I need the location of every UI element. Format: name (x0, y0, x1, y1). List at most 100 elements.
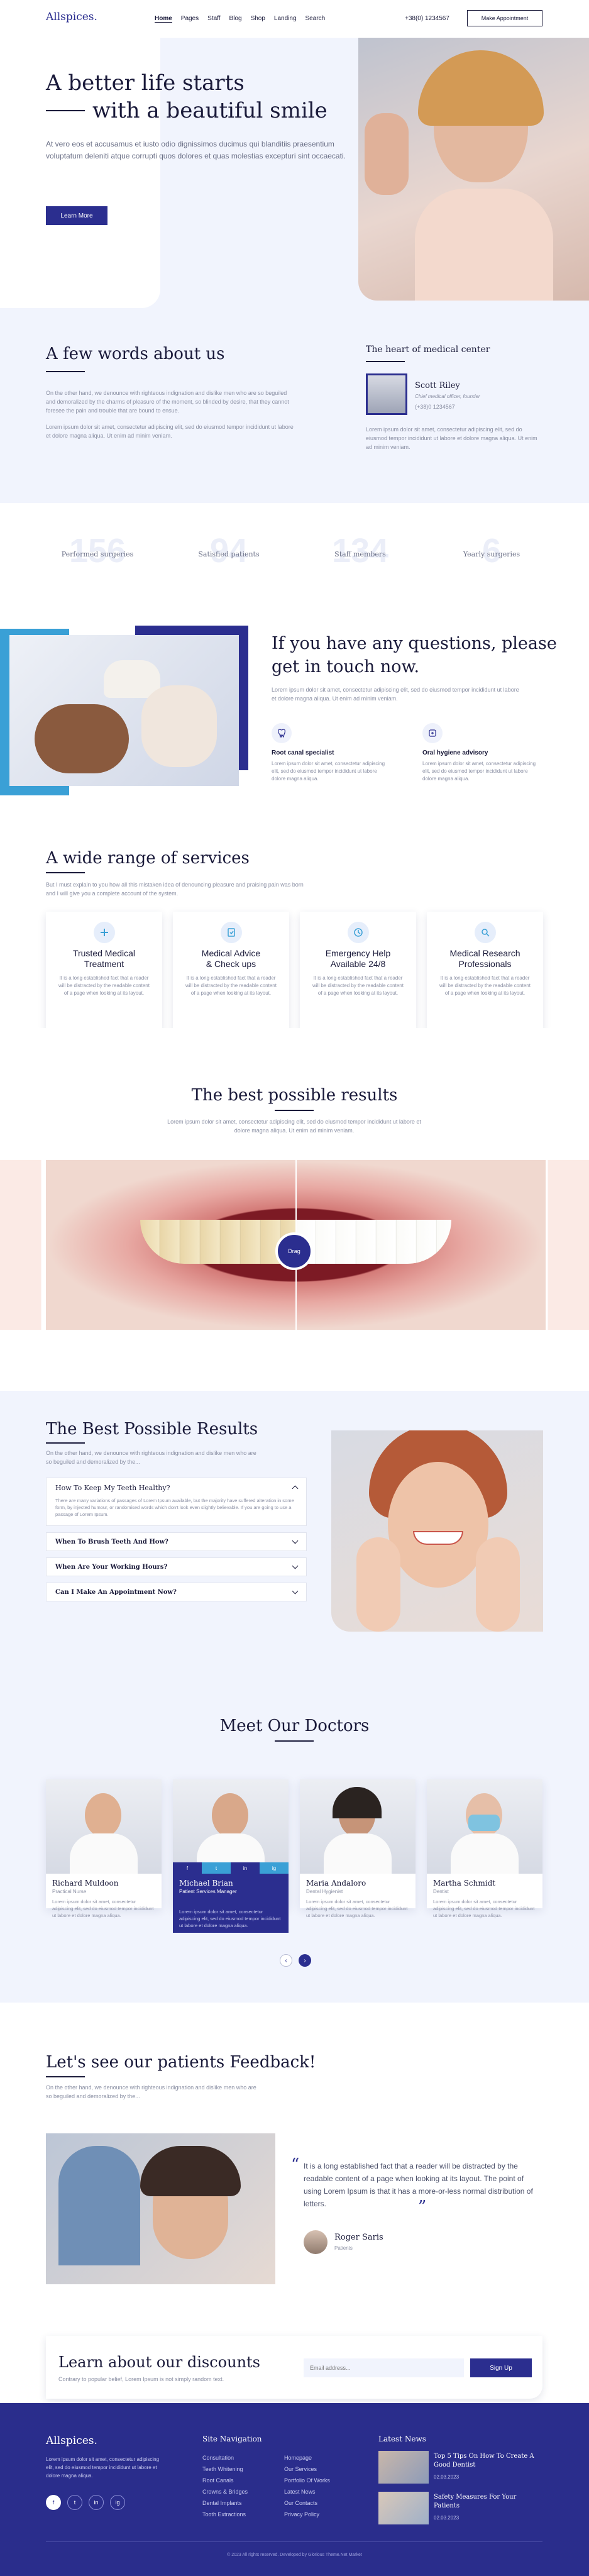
medical-treatment-icon (93, 922, 115, 943)
logo[interactable]: Allspices. (46, 11, 97, 23)
services-section: A wide range of services But I must expl… (0, 821, 589, 1031)
linkedin-icon[interactable]: in (231, 1862, 260, 1874)
newsletter-title: Learn about our discounts (58, 2353, 260, 2371)
footer-link[interactable]: Teeth Whitening (202, 2463, 248, 2475)
research-icon (474, 922, 496, 943)
twitter-icon[interactable]: t (67, 2495, 82, 2510)
doctor-card-active[interactable]: f t in ig Michael Brian Patient Services… (173, 1779, 289, 1933)
service-card[interactable]: Medical Advice & Check ups It is a long e… (173, 912, 289, 1031)
doctor-text: Lorem ipsum dolor sit amet, consectetur … (366, 426, 537, 450)
doctor-card[interactable]: Maria Andaloro Dental Hygienist Lorem ip… (300, 1779, 416, 1918)
feedback-title: Let's see our patients Feedback! (46, 2053, 316, 2072)
checkup-icon (220, 922, 242, 943)
footer-logo[interactable]: Allspices. (46, 2435, 97, 2447)
footer-link[interactable]: Our Contacts (284, 2497, 330, 2509)
carousel-prev-button[interactable]: ‹ (280, 1954, 292, 1967)
doctor-social-bar: f t in ig (173, 1862, 289, 1874)
make-appointment-button[interactable]: Make Appointment (467, 10, 542, 26)
stat-item: 6 Yearly surgeries (463, 532, 520, 570)
footer-link[interactable]: Crowns & Bridges (202, 2486, 248, 2497)
news-date: 02.03.2023 (434, 2474, 460, 2480)
news-title[interactable]: Top 5 Tips On How To Create A Good Denti… (434, 2452, 541, 2470)
doctor-card[interactable]: Martha Schmidt Dentist Lorem ipsum dolor… (427, 1779, 542, 1918)
carousel-next-button[interactable]: › (299, 1954, 311, 1967)
service-card[interactable]: Emergency Help Available 24/8 It is a lon… (300, 912, 416, 1031)
news-thumbnail[interactable] (378, 2492, 429, 2524)
feature-text: Lorem ipsum dolor sit amet, consectetur … (422, 761, 536, 782)
footer-link[interactable]: Portfolio Of Works (284, 2475, 330, 2486)
nav-landing[interactable]: Landing (274, 15, 297, 23)
site-footer: Learn about our discounts Contrary to po… (0, 2336, 589, 2576)
news-title[interactable]: Safety Measures For Your Patients (434, 2493, 541, 2511)
faq-section: The Best Possible Results On the other h… (0, 1377, 589, 1654)
stat-item: 94 Satisfied patients (198, 532, 260, 570)
facebook-icon[interactable]: f (46, 2495, 61, 2510)
doctor-card-name: Richard Muldoon (52, 1879, 119, 1888)
nav-blog[interactable]: Blog (229, 15, 242, 23)
footer-link[interactable]: Root Canals (202, 2475, 248, 2486)
instagram-icon[interactable]: ig (110, 2495, 125, 2510)
emergency-icon (347, 922, 369, 943)
copyright: © 2023 All rights reserved. Developed by… (227, 2553, 362, 2557)
twitter-icon[interactable]: t (202, 1862, 231, 1874)
doctor-card[interactable]: Richard Muldoon Practical Nurse Lorem ip… (46, 1779, 162, 1918)
newsletter-text: Contrary to popular belief, Lorem Ipsum … (58, 2376, 224, 2382)
results-section: The best possible results Lorem ipsum do… (0, 1028, 589, 1377)
faq-item[interactable]: Can I Make An Appointment Now? (46, 1583, 307, 1601)
faq-item[interactable]: When Are Your Working Hours? (46, 1557, 307, 1576)
open-quote-icon: “ (291, 2155, 300, 2174)
learn-more-button[interactable]: Learn More (46, 206, 107, 225)
footer-link[interactable]: Tooth Extractions (202, 2509, 248, 2520)
doctor-role: Chief medical officer, founder (415, 394, 480, 399)
questions-section: If you have any questions, please get in… (0, 607, 589, 821)
faq-item[interactable]: When To Brush Teeth And How? (46, 1532, 307, 1551)
doctor-card-name: Martha Schmidt (433, 1879, 496, 1888)
drag-handle[interactable]: Drag (275, 1232, 313, 1270)
nav-staff[interactable]: Staff (207, 15, 220, 23)
site-header: Allspices. Home Pages Staff Blog Shop La… (0, 0, 589, 38)
chevron-down-icon (292, 1562, 299, 1569)
footer-link[interactable]: Latest News (284, 2486, 330, 2497)
feature-title: Oral hygiene advisory (422, 749, 488, 756)
service-card[interactable]: Trusted Medical Treatment It is a long es… (46, 912, 162, 1031)
main-nav: Home Pages Staff Blog Shop Landing Searc… (155, 15, 334, 23)
newsletter-email-input[interactable] (304, 2358, 464, 2377)
doctor-card-role: Dentist (433, 1889, 449, 1894)
facebook-icon[interactable]: f (173, 1862, 202, 1874)
linkedin-icon[interactable]: in (89, 2495, 104, 2510)
stat-item: 156 Performed surgeries (61, 532, 134, 570)
footer-link[interactable]: Our Services (284, 2463, 330, 2475)
reviewer-role: Patients (334, 2245, 353, 2251)
news-date: 02.03.2023 (434, 2515, 460, 2521)
hero-section: A better life starts with a beautiful sm… (0, 38, 589, 308)
faq-text: On the other hand, we denounce with righ… (46, 1450, 256, 1465)
service-card[interactable]: Medical Research Professionals It is a lo… (427, 912, 543, 1031)
stats-section: 156 Performed surgeries 94 Satisfied pat… (0, 503, 589, 607)
hero-title: A better life starts with a beautiful sm… (46, 70, 328, 123)
services-title: A wide range of services (46, 849, 250, 868)
doctor-phone[interactable]: (+38)0 1234567 (415, 404, 455, 410)
reviewer-avatar (304, 2230, 328, 2254)
tooth-icon (272, 723, 292, 743)
doctors-section: Meet Our Doctors Richard Muldoon Practic… (0, 1654, 589, 2003)
results-title: The best possible results (191, 1086, 398, 1105)
doctor-card-name: Maria Andaloro (306, 1879, 366, 1888)
header-phone[interactable]: +38(0) 1234567 (405, 15, 449, 22)
feedback-text: On the other hand, we denounce with righ… (46, 2084, 256, 2099)
instagram-icon[interactable]: ig (260, 1862, 289, 1874)
faq-item-open[interactable]: How To Keep My Teeth Healthy? There are … (46, 1478, 307, 1526)
nav-home[interactable]: Home (155, 15, 172, 23)
about-section: A few words about us On the other hand, … (0, 308, 589, 503)
footer-link[interactable]: Privacy Policy (284, 2509, 330, 2520)
footer-link[interactable]: Homepage (284, 2452, 330, 2463)
news-thumbnail[interactable] (378, 2451, 429, 2484)
faq-accordion: How To Keep My Teeth Healthy? There are … (46, 1478, 307, 1608)
footer-link[interactable]: Dental Implants (202, 2497, 248, 2509)
nav-shop[interactable]: Shop (251, 15, 265, 23)
chevron-down-icon (292, 1537, 299, 1544)
nav-search[interactable]: Search (306, 15, 326, 23)
nav-pages[interactable]: Pages (181, 15, 199, 23)
footer-link[interactable]: Consultation (202, 2452, 248, 2463)
footer-nav-col1: Consultation Teeth Whitening Root Canals… (202, 2452, 248, 2520)
newsletter-signup-button[interactable]: Sign Up (470, 2358, 532, 2377)
